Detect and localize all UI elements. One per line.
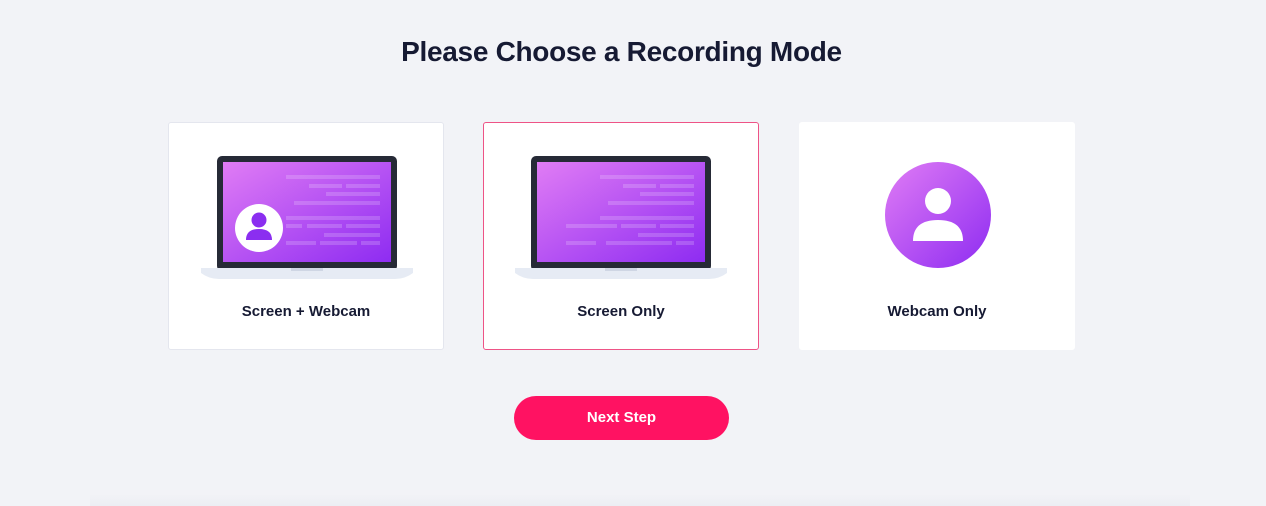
mode-label: Screen Only	[577, 303, 665, 320]
laptop-icon	[515, 156, 727, 279]
mode-label: Webcam Only	[887, 303, 987, 320]
mode-card-screen-only[interactable]: Screen Only	[483, 122, 759, 350]
user-avatar-icon	[885, 162, 991, 268]
recording-mode-page: { "page": { "title": "Please Choose a Re…	[0, 0, 1266, 506]
laptop-with-avatar-icon	[201, 156, 413, 279]
mode-card-webcam-only[interactable]: Webcam Only	[799, 122, 1075, 350]
next-step-button[interactable]: Next Step	[514, 396, 729, 440]
page-title: Please Choose a Recording Mode	[401, 36, 842, 67]
mode-label: Screen + Webcam	[241, 303, 371, 320]
mode-card-screen-webcam[interactable]: Screen + Webcam	[168, 122, 444, 350]
footer-divider	[90, 494, 1190, 506]
